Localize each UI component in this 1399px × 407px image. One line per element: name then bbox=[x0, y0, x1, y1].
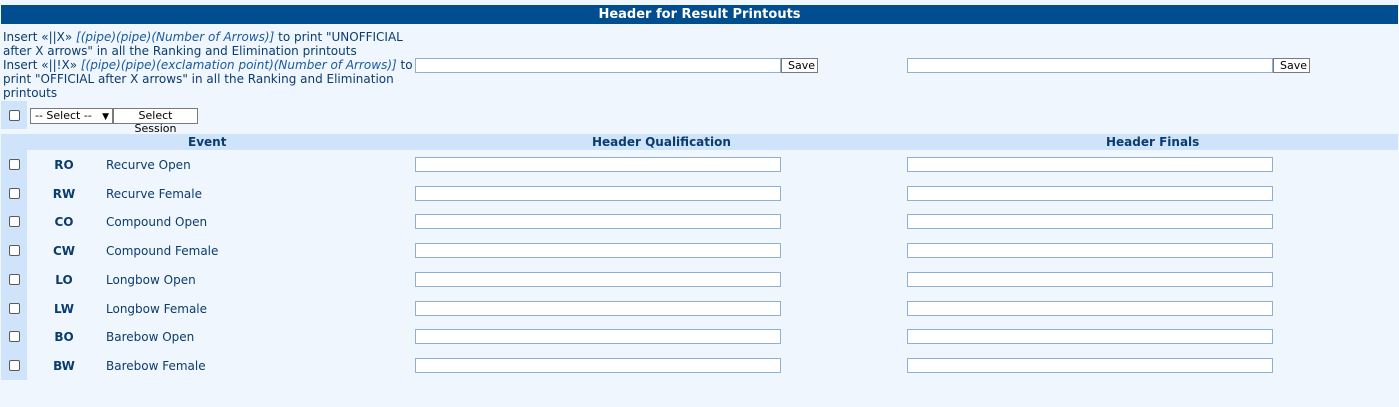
finals-header-input[interactable] bbox=[907, 157, 1273, 172]
row-checkbox[interactable] bbox=[9, 245, 20, 256]
save-qualification-button[interactable]: Save bbox=[781, 58, 818, 73]
qualification-header-input[interactable] bbox=[415, 301, 781, 316]
row-checkbox[interactable] bbox=[9, 274, 20, 285]
event-code: LW bbox=[54, 302, 74, 316]
event-name: Compound Female bbox=[106, 244, 219, 258]
finals-header-input[interactable] bbox=[907, 214, 1273, 229]
event-code: RW bbox=[52, 187, 76, 201]
event-name: Longbow Open bbox=[106, 273, 196, 287]
chevron-down-icon: ▼ bbox=[102, 112, 109, 122]
finals-header-input[interactable] bbox=[907, 272, 1273, 287]
row-checkbox[interactable] bbox=[9, 331, 20, 342]
finals-header-input[interactable] bbox=[907, 301, 1273, 316]
qualification-header-input[interactable] bbox=[415, 272, 781, 287]
session-select[interactable]: -- Select -- ▼ bbox=[30, 108, 113, 124]
select-session-button[interactable]: Select Session bbox=[113, 108, 198, 135]
qualification-header-input[interactable] bbox=[415, 157, 781, 172]
row-checkbox[interactable] bbox=[9, 303, 20, 314]
event-name: Recurve Female bbox=[106, 187, 203, 201]
event-name: Longbow Female bbox=[106, 302, 208, 316]
finals-header-input[interactable] bbox=[907, 186, 1273, 201]
instructions: Insert «||X» [(pipe)(pipe)(Number of Arr… bbox=[3, 30, 413, 100]
page-title: Header for Result Printouts bbox=[1, 5, 1398, 24]
event-code: BO bbox=[54, 330, 74, 344]
row-checkbox[interactable] bbox=[9, 188, 20, 199]
global-qualification-header-input[interactable] bbox=[415, 58, 781, 73]
row-checkbox[interactable] bbox=[9, 159, 20, 170]
table-body bbox=[1, 150, 1398, 380]
qualification-header-input[interactable] bbox=[415, 214, 781, 229]
event-code: RO bbox=[54, 158, 74, 172]
row-checkbox[interactable] bbox=[9, 216, 20, 227]
row-checkbox[interactable] bbox=[9, 360, 20, 371]
event-name: Recurve Open bbox=[106, 158, 191, 172]
qualification-header-input[interactable] bbox=[415, 186, 781, 201]
session-select-value: -- Select -- bbox=[35, 109, 92, 122]
column-header-qualification: Header Qualification bbox=[592, 135, 731, 149]
event-code: LO bbox=[55, 273, 73, 287]
event-code: CW bbox=[52, 244, 76, 258]
event-name: Barebow Open bbox=[106, 330, 195, 344]
instruction-1-prefix: Insert «||X» bbox=[3, 30, 77, 44]
select-all-checkbox[interactable] bbox=[9, 110, 20, 121]
column-header-finals: Header Finals bbox=[1106, 135, 1200, 149]
table-header: Event Header Qualification Header Finals bbox=[1, 134, 1398, 150]
finals-header-input[interactable] bbox=[907, 243, 1273, 258]
qualification-header-input[interactable] bbox=[415, 358, 781, 373]
save-finals-button[interactable]: Save bbox=[1273, 58, 1310, 73]
event-code: BW bbox=[53, 359, 75, 373]
global-finals-header-input[interactable] bbox=[907, 58, 1273, 73]
event-name: Compound Open bbox=[106, 215, 208, 229]
finals-header-input[interactable] bbox=[907, 358, 1273, 373]
qualification-header-input[interactable] bbox=[415, 243, 781, 258]
instruction-2-syntax: [(pipe)(pipe)(exclamation point)(Number … bbox=[80, 58, 397, 72]
instruction-1-syntax: [(pipe)(pipe)(Number of Arrows)] bbox=[76, 30, 275, 44]
qualification-header-input[interactable] bbox=[415, 329, 781, 344]
event-code: CO bbox=[54, 215, 74, 229]
event-name: Barebow Female bbox=[106, 359, 206, 373]
column-header-event: Event bbox=[188, 135, 227, 149]
finals-header-input[interactable] bbox=[907, 329, 1273, 344]
instruction-2-prefix: Insert «||!X» bbox=[3, 58, 81, 72]
row-selector-column bbox=[1, 150, 27, 380]
